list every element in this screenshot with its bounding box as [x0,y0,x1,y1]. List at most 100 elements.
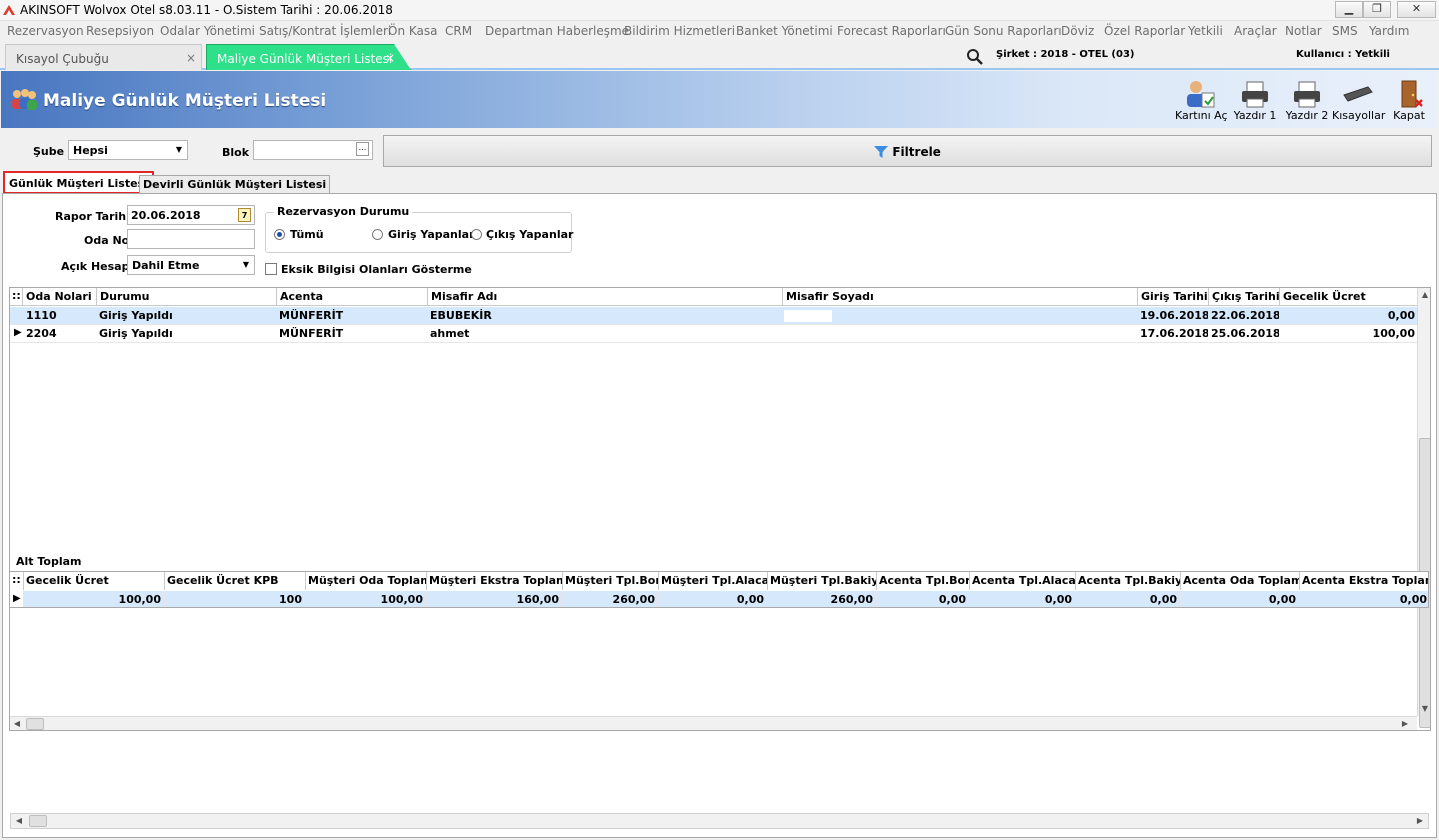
sum-val-acenta-ekstra-toplami: 0,00 [1299,591,1428,607]
menu-on-kasa[interactable]: Ön Kasa [388,24,437,38]
close-tab-icon[interactable]: × [385,51,395,65]
radio-tumu-label: Tümü [290,228,324,241]
menu-rezervasyon[interactable]: Rezervasyon [7,24,84,38]
table-row[interactable]: ▶ 2204 Giriş Yapıldı MÜNFERİT ahmet 17.0… [10,325,1418,343]
cell-oda: 1110 [26,309,57,322]
col-misafir-adi[interactable]: Misafir Adı [427,288,782,306]
filtrele-button[interactable]: Filtrele [383,135,1432,167]
subtab-devirli-gunluk[interactable]: Devirli Günlük Müşteri Listesi [139,175,331,194]
sum-col-gecelik-ucret-kpb[interactable]: Gecelik Ücret KPB [164,572,305,590]
sum-col-musteri-ekstra-toplami[interactable]: Müşteri Ekstra Toplamı [426,572,562,590]
kapat-button[interactable]: Kapat [1388,77,1430,127]
menu-odalar-yonetimi[interactable]: Odalar Yönetimi [160,24,255,38]
summary-horizontal-scrollbar[interactable]: ◀ ▶ [10,813,1429,829]
grid-horizontal-scrollbar[interactable]: ◀ ▶ [10,716,1417,730]
cell-cikis: 25.06.2018 : [1211,327,1279,340]
close-window-button[interactable]: ✕ [1397,1,1436,18]
filtrele-label: Filtrele [892,145,941,159]
menu-bildirim-hizmetleri[interactable]: Bildirim Hizmetleri [624,24,735,38]
page-header: Maliye Günlük Müşteri Listesi Kartını Aç… [1,71,1438,128]
ellipsis-button[interactable]: ... [356,142,369,156]
kartini-ac-button[interactable]: Kartını Aç [1175,77,1228,127]
menu-yetkili[interactable]: Yetkili [1188,24,1223,38]
col-gecelik-ucret[interactable]: Gecelik Ücret [1279,288,1418,306]
exit-door-icon [1401,80,1423,108]
col-cikis-tarihi[interactable]: Çıkış Tarihi [1208,288,1279,306]
sum-val-acenta-tpl-bakiye: 0,00 [1075,591,1180,607]
sum-col-musteri-oda-toplami[interactable]: Müşteri Oda Toplamı [305,572,426,590]
sum-col-acenta-tpl-bakiye[interactable]: Acenta Tpl.Bakiye [1075,572,1180,590]
sum-col-musteri-tpl-alacak[interactable]: Müşteri Tpl.Alacak [658,572,767,590]
sum-col-acenta-tpl-borc[interactable]: Acenta Tpl.Borç [876,572,969,590]
rapor-tarihi-input[interactable]: 20.06.2018 7 [127,205,255,225]
cell-cikis: 22.06.2018 : [1211,309,1279,322]
scroll-thumb[interactable] [26,718,44,730]
eksik-bilgi-checkbox[interactable] [265,263,277,275]
radio-giris-yapanlar[interactable] [372,229,383,240]
blok-input[interactable]: ... [253,140,373,160]
radio-tumu[interactable] [274,229,285,240]
sum-col-gecelik-ucret[interactable]: Gecelik Ücret [23,572,164,590]
cell-durum: Giriş Yapıldı [99,327,173,340]
menu-araclar[interactable]: Araçlar [1234,24,1277,38]
menu-ozel-raporlar[interactable]: Özel Raporlar [1104,24,1185,38]
menu-notlar[interactable]: Notlar [1285,24,1322,38]
scroll-down-icon[interactable]: ▼ [1418,702,1430,716]
restore-button[interactable]: ❐ [1363,1,1391,18]
table-row[interactable]: 1110 Giriş Yapıldı MÜNFERİT EBUBEKİR 19.… [10,307,1418,325]
row-pointer-icon: ▶ [14,327,22,338]
sum-col-acenta-ekstra-toplami[interactable]: Acenta Ekstra Toplamı [1299,572,1428,590]
radio-cikis-yapanlar[interactable] [471,229,482,240]
oda-no-label: Oda No [84,234,130,247]
row-pointer-icon: ▶ [13,593,21,604]
scroll-right-icon[interactable]: ▶ [1398,717,1412,730]
sum-col-musteri-tpl-bakiye[interactable]: Müşteri Tpl.Bakiye [767,572,876,590]
menu-forecast-raporlari[interactable]: Forecast Raporları [837,24,946,38]
sube-select[interactable]: Hepsi ▼ [68,140,188,160]
menu-sms[interactable]: SMS [1332,24,1358,38]
menu-crm[interactable]: CRM [445,24,472,38]
yazdir-2-button[interactable]: Yazdır 2 [1282,77,1332,127]
sum-val-acenta-tpl-alacak: 0,00 [969,591,1075,607]
sum-val-musteri-tpl-borc: 260,00 [562,591,658,607]
search-icon[interactable] [966,48,984,66]
grid-vertical-scrollbar[interactable]: ▲ ▼ [1417,288,1430,728]
sum-val-musteri-oda-toplami: 100,00 [305,591,426,607]
scroll-up-icon[interactable]: ▲ [1418,288,1430,302]
menu-resepsiyon[interactable]: Resepsiyon [86,24,154,38]
menu-satis-kontrat[interactable]: Satış/Kontrat İşlemleri [259,24,391,38]
cell-acenta: MÜNFERİT [279,327,344,340]
sum-col-acenta-tpl-alacak[interactable]: Acenta Tpl.Alacak [969,572,1075,590]
tab-kisayol-cubugu[interactable]: Kısayol Çubuğu × [5,44,202,70]
scroll-thumb[interactable] [29,815,47,827]
col-oda-nolari[interactable]: Oda Nolari [22,288,96,306]
sum-col-acenta-oda-toplami[interactable]: Acenta Oda Toplamı [1180,572,1299,590]
calendar-icon[interactable]: 7 [238,208,251,222]
scroll-right-icon[interactable]: ▶ [1413,814,1427,828]
close-tab-icon[interactable]: × [186,51,196,65]
scroll-left-icon[interactable]: ◀ [10,717,24,730]
subtab-gunluk-musteri[interactable]: Günlük Müşteri Listesi [3,171,154,194]
col-acenta[interactable]: Acenta [276,288,427,306]
kisayollar-button[interactable]: Kısayollar [1332,77,1385,127]
acik-hesap-label: Açık Hesap [61,260,130,273]
yazdir-1-button[interactable]: Yazdır 1 [1230,77,1280,127]
oda-no-input[interactable] [127,229,255,249]
tab-maliye-gunluk[interactable]: Maliye Günlük Müşteri Listesi × [206,44,411,70]
sum-val-gecelik-ucret: 100,00 [23,591,164,607]
menu-doviz[interactable]: Döviz [1061,24,1094,38]
printer-icon [1242,81,1268,108]
acik-hesap-select[interactable]: Dahil Etme ▼ [127,255,255,275]
scroll-left-icon[interactable]: ◀ [12,814,26,828]
col-misafir-soyadi[interactable]: Misafir Soyadı [782,288,1137,306]
sum-col-musteri-tpl-borc[interactable]: Müşteri Tpl.Borç [562,572,658,590]
cell-ucret: 0,00 [1387,309,1415,322]
col-giris-tarihi[interactable]: Giriş Tarihi [1137,288,1208,306]
menu-departman-haberlesme[interactable]: Departman Haberleşme [485,24,629,38]
menu-banket-yonetimi[interactable]: Banket Yönetimi [736,24,833,38]
user-info: Kullanıcı : Yetkili [1296,49,1390,60]
minimize-button[interactable]: ▁ [1335,1,1363,18]
menu-yardim[interactable]: Yardım [1369,24,1409,38]
menu-gun-sonu-raporlari[interactable]: Gün Sonu Raporları [945,24,1062,38]
col-durumu[interactable]: Durumu [96,288,276,306]
